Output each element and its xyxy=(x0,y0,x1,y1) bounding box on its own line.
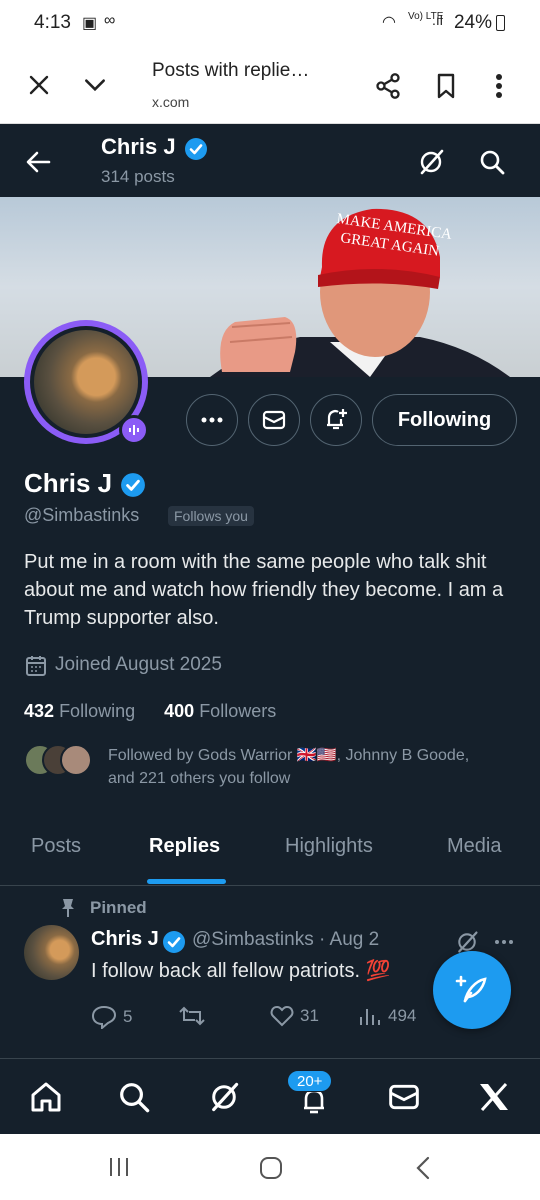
followers-label: Followers xyxy=(199,701,277,721)
browser-bar: Posts with replie… x.com xyxy=(0,46,540,124)
reply-button[interactable]: 5 xyxy=(91,1005,132,1029)
messages-icon[interactable] xyxy=(384,1077,424,1117)
battery-icon xyxy=(496,15,505,31)
signal-icon: .ıl xyxy=(432,12,443,28)
page-url: x.com xyxy=(152,94,190,110)
bottom-navigation xyxy=(0,1058,540,1134)
verified-icon xyxy=(120,472,146,498)
envelope-icon xyxy=(262,410,286,430)
chevron-down-icon[interactable] xyxy=(78,68,112,102)
search-icon[interactable] xyxy=(114,1077,154,1117)
heart-icon xyxy=(270,1005,294,1027)
post-more-icon[interactable] xyxy=(490,928,518,956)
feather-plus-icon xyxy=(455,975,487,1003)
grok-icon[interactable] xyxy=(412,143,450,181)
back-icon[interactable] xyxy=(408,1154,438,1182)
views-button[interactable]: 494 xyxy=(358,1005,416,1027)
post-author-name[interactable]: Chris J xyxy=(91,928,159,951)
page-title: Posts with replie… xyxy=(152,60,310,81)
verified-icon xyxy=(162,930,186,954)
tab-highlights[interactable]: Highlights xyxy=(285,835,373,858)
verified-icon xyxy=(184,137,208,161)
follow-stats: 432 Following 400 Followers xyxy=(24,701,276,722)
tab-replies[interactable]: Replies xyxy=(149,835,220,858)
status-time: 4:13 xyxy=(34,12,71,33)
post-text: I follow back all fellow patriots. 💯 xyxy=(91,960,391,982)
back-arrow-icon[interactable] xyxy=(20,144,56,180)
recent-apps-icon[interactable] xyxy=(104,1154,134,1180)
reply-icon xyxy=(91,1005,117,1029)
audio-space-badge-icon[interactable] xyxy=(119,415,149,445)
joined-date: Joined August 2025 xyxy=(55,654,222,675)
header-post-count: 314 posts xyxy=(101,167,175,186)
following-label: Following xyxy=(59,701,136,721)
android-navigation-bar xyxy=(0,1134,540,1200)
share-icon[interactable] xyxy=(370,68,406,104)
bookmark-icon[interactable] xyxy=(428,68,464,104)
post-avatar[interactable] xyxy=(24,925,79,980)
battery-percent: 24% xyxy=(453,12,492,33)
grok-icon[interactable] xyxy=(204,1077,244,1117)
wifi-icon: ◠ xyxy=(382,14,396,31)
following-count: 432 xyxy=(24,701,55,721)
profile-name: Chris J xyxy=(24,468,113,498)
tab-media[interactable]: Media xyxy=(447,835,501,858)
repost-icon xyxy=(179,1006,205,1026)
more-options-button[interactable] xyxy=(186,394,238,446)
pin-icon xyxy=(58,898,78,918)
header-name: Chris J xyxy=(101,134,176,159)
followers-count: 400 xyxy=(164,701,195,721)
reply-count: 5 xyxy=(123,1007,133,1026)
compose-post-button[interactable] xyxy=(433,951,511,1029)
following-link[interactable]: 432 Following xyxy=(24,701,135,721)
notification-badge: 20+ xyxy=(287,1070,333,1092)
profile-bio: Put me in a room with the same people wh… xyxy=(24,551,504,629)
calendar-icon xyxy=(24,654,48,678)
followed-by-text[interactable]: Followed by Gods Warrior 🇬🇧🇺🇸, Johnny B … xyxy=(108,744,488,790)
followers-link[interactable]: 400 Followers xyxy=(164,701,276,721)
repost-button[interactable] xyxy=(178,1005,206,1027)
profile-handle: @Simbastinks xyxy=(24,505,140,525)
status-bar: 4:13 ▣ ∞ ◠ Vo) LTE .ıl 24% xyxy=(0,0,540,46)
views-icon xyxy=(360,1009,380,1025)
post-meta: @Simbastinks · Aug 2 xyxy=(192,929,380,950)
profile-tabs: Posts Replies Highlights Media xyxy=(0,816,540,886)
gallery-icon: ▣ xyxy=(82,15,98,32)
close-icon[interactable] xyxy=(22,68,56,102)
profile-header: Chris J 314 posts xyxy=(0,124,540,197)
notify-button[interactable] xyxy=(310,394,362,446)
view-count: 494 xyxy=(388,1006,417,1025)
more-horizontal-icon xyxy=(201,417,223,423)
bell-plus-icon xyxy=(327,409,347,430)
search-icon[interactable] xyxy=(473,143,511,181)
active-tab-indicator xyxy=(147,879,226,884)
like-button[interactable]: 31 xyxy=(270,1005,319,1027)
home-button-icon[interactable] xyxy=(256,1154,286,1182)
voicemail-icon: ∞ xyxy=(104,12,116,29)
home-icon[interactable] xyxy=(26,1077,66,1117)
follower-avatar xyxy=(60,744,92,776)
tab-posts[interactable]: Posts xyxy=(31,835,81,858)
pinned-label: Pinned xyxy=(90,898,147,917)
more-vert-icon[interactable] xyxy=(484,68,514,104)
following-button[interactable]: Following xyxy=(372,394,517,446)
like-count: 31 xyxy=(300,1006,319,1025)
message-button[interactable] xyxy=(248,394,300,446)
follows-you-badge: Follows you xyxy=(168,506,254,526)
x-logo-icon[interactable] xyxy=(474,1077,514,1117)
